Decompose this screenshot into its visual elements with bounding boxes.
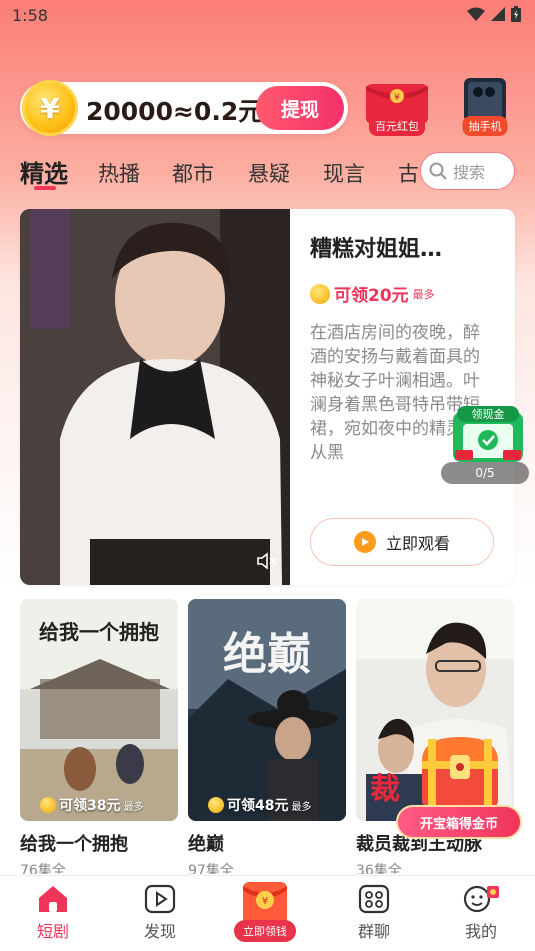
drama-episodes: 97集全 bbox=[188, 863, 234, 874]
featured-poster[interactable] bbox=[20, 209, 290, 585]
home-icon bbox=[39, 886, 67, 912]
treasure-chest-icon bbox=[422, 737, 498, 807]
card-reward-suffix: 最多 bbox=[123, 801, 144, 813]
cash-envelope-icon: 领现金 bbox=[453, 406, 523, 462]
coin-icon: ¥ bbox=[22, 80, 78, 136]
group-chat-icon bbox=[358, 884, 390, 914]
card-reward-suffix: 最多 bbox=[291, 801, 312, 813]
red-packet-promo[interactable]: ¥ 百元红包 bbox=[362, 76, 432, 136]
watch-now-label: 立即观看 bbox=[385, 534, 450, 553]
tab-hot[interactable]: 热播 bbox=[98, 158, 140, 188]
tab-featured[interactable]: 精选 bbox=[20, 154, 68, 189]
nav-label: 我的 bbox=[464, 922, 497, 941]
signal-icon bbox=[491, 7, 505, 21]
play-icon bbox=[144, 884, 176, 914]
wifi-icon bbox=[467, 7, 485, 21]
nav-label: 发现 bbox=[143, 922, 176, 941]
card-reward-badge: 可领38元 最多 bbox=[40, 795, 143, 815]
status-time: 1:58 bbox=[12, 6, 48, 25]
play-icon bbox=[353, 531, 376, 553]
card-reward-amount: 可领38元 bbox=[59, 798, 121, 814]
svg-text:¥: ¥ bbox=[262, 896, 268, 907]
collect-cash-widget[interactable]: 领现金 0/5 bbox=[441, 404, 529, 484]
drama-title: 给我一个拥抱 bbox=[20, 834, 128, 855]
profile-icon bbox=[463, 885, 499, 913]
nav-item-group-chat[interactable]: 群聊 bbox=[334, 884, 414, 942]
open-treasure-button[interactable]: 开宝箱得金币 bbox=[396, 805, 522, 839]
status-bar: 1:58 bbox=[0, 0, 535, 32]
featured-reward: 可领20元 最多 bbox=[310, 281, 435, 306]
featured-drama-card[interactable]: 糟糕对姐姐… 可领20元 最多 在酒店房间的夜晚，醉酒的安扬与戴着面具的神秘女子… bbox=[20, 209, 515, 585]
tab-romance[interactable]: 现言 bbox=[323, 158, 365, 188]
mute-icon[interactable] bbox=[256, 551, 278, 571]
drama-episodes: 36集全 bbox=[356, 863, 402, 874]
tab-urban[interactable]: 都市 bbox=[172, 158, 214, 188]
nav-label: 短剧 bbox=[36, 922, 69, 941]
drama-poster[interactable]: 绝巅 可领48元 最多 bbox=[188, 599, 346, 821]
search-box[interactable]: 搜索 bbox=[420, 152, 515, 190]
search-placeholder: 搜索 bbox=[453, 163, 486, 182]
nav-item-short-drama[interactable]: 短剧 bbox=[13, 884, 93, 942]
drama-card[interactable]: 给我一个拥抱 可领38元 最多 给我一个拥抱 76集全 bbox=[20, 599, 178, 874]
card-reward-amount: 可领48元 bbox=[227, 798, 289, 814]
coin-balance-value: 20000≈0.2元 bbox=[86, 97, 264, 126]
phone-lottery-promo[interactable]: 抽手机 bbox=[450, 76, 520, 136]
bottom-nav: 短剧 发现 ¥ 立即领钱 群聊 我的 bbox=[0, 875, 535, 951]
status-icons bbox=[467, 6, 521, 22]
coin-icon bbox=[208, 797, 224, 813]
tab-suspense[interactable]: 悬疑 bbox=[248, 158, 290, 188]
featured-reward-amount: 可领20元 bbox=[334, 286, 409, 306]
nav-label: 群聊 bbox=[357, 922, 390, 941]
category-tabs: 精选 热播 都市 悬疑 现言 古 bbox=[0, 150, 420, 194]
battery-icon bbox=[511, 6, 521, 22]
card-reward-badge: 可领48元 最多 bbox=[208, 795, 311, 815]
tab-active-indicator bbox=[34, 186, 56, 190]
tab-ancient[interactable]: 古 bbox=[398, 158, 419, 188]
coin-icon bbox=[310, 283, 330, 304]
watch-now-button[interactable]: 立即观看 bbox=[310, 518, 494, 566]
nav-item-discover[interactable]: 发现 bbox=[120, 884, 200, 942]
poster-title-text: 绝巅 bbox=[223, 629, 311, 680]
nav-item-profile[interactable]: 我的 bbox=[441, 884, 521, 942]
poster-title-text: 给我一个拥抱 bbox=[39, 620, 159, 644]
svg-text:¥: ¥ bbox=[394, 93, 400, 103]
drama-poster[interactable]: 给我一个拥抱 可领38元 最多 bbox=[20, 599, 178, 821]
drama-card[interactable]: 绝巅 可领48元 最多 绝巅 97集全 bbox=[188, 599, 346, 874]
red-packet-label: 百元红包 bbox=[369, 116, 425, 136]
search-icon bbox=[429, 162, 447, 180]
featured-reward-suffix: 最多 bbox=[412, 287, 435, 301]
nav-item-claim-money[interactable]: ¥ 立即领钱 bbox=[232, 880, 298, 942]
featured-title: 糟糕对姐姐… bbox=[310, 237, 443, 262]
phone-lottery-label: 抽手机 bbox=[462, 116, 508, 136]
collect-cash-title: 领现金 bbox=[472, 407, 505, 421]
collect-cash-progress: 0/5 bbox=[441, 462, 529, 484]
treasure-chest-widget[interactable]: 开宝箱得金币 bbox=[396, 731, 526, 841]
drama-episodes: 76集全 bbox=[20, 863, 66, 874]
nav-label: 立即领钱 bbox=[234, 920, 296, 942]
withdraw-button[interactable]: 提现 bbox=[256, 86, 344, 130]
drama-title: 绝巅 bbox=[188, 834, 224, 855]
coin-icon bbox=[40, 797, 56, 813]
